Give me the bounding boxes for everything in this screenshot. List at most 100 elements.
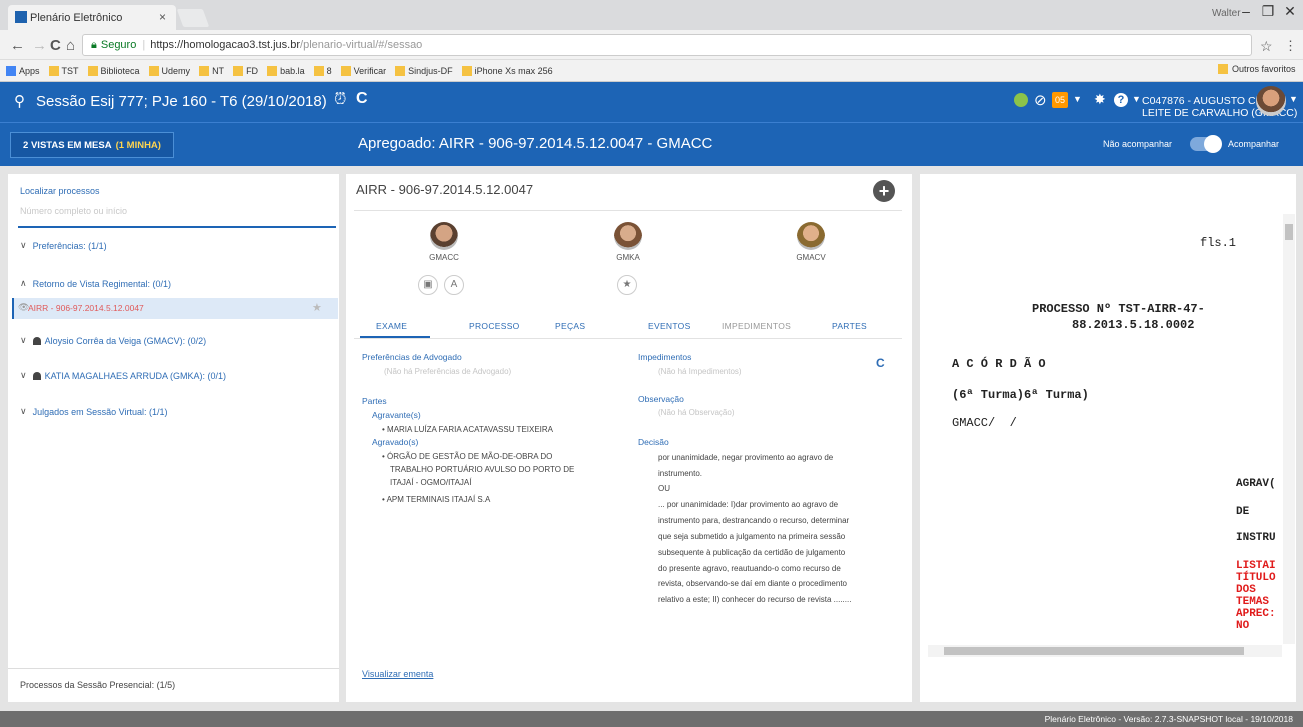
acompanhar-toggle[interactable] [1190,135,1222,153]
document-icon[interactable]: ▣ [418,275,438,295]
help-icon[interactable]: ? [1114,93,1128,107]
process-search-input[interactable]: Número completo ou início [20,206,127,216]
search-icon[interactable]: ⚲ [14,92,25,110]
bookmark-item[interactable]: TST [48,65,79,76]
session-title[interactable]: Sessão Esij 777; PJe 160 - T6 (29/10/201… [36,93,327,110]
tab-pecas[interactable]: PEÇAS [555,321,585,331]
doc-red-line: NO [1236,620,1250,632]
agravante-title: Agravante(s) [372,410,421,420]
other-bookmarks[interactable]: Outros favoritos [1218,64,1296,74]
browser-tab[interactable]: Plenário Eletrônico × [8,5,176,30]
member-photo-gmka[interactable] [614,222,642,250]
refresh-icon[interactable]: C [356,90,368,108]
doc-processo-line1: PROCESSO Nº TST-AIRR-47- [1032,302,1205,316]
bookmark-icon [6,65,16,76]
doc-gmacc: GMACC/ / [952,416,1017,430]
agravado-item-2: • APM TERMINAIS ITAJAÍ S.A [382,495,491,504]
bookmark-item[interactable]: iPhone Xs max 256 [461,65,553,76]
visualizar-ementa-link[interactable]: Visualizar ementa [362,669,433,679]
add-icon[interactable]: + [873,180,895,202]
vistas-em-mesa-button[interactable]: 2 VISTAS EM MESA (1 MINHA) [10,132,174,158]
group-retorno-vista[interactable]: ∧ Retorno de Vista Regimental: (0/1) [20,278,171,289]
bookmark-item[interactable]: FD [233,65,258,76]
agravado-title: Agravado(s) [372,437,419,447]
tab-exame[interactable]: EXAME [376,321,407,331]
group-preferencias[interactable]: ∨ Preferências: (1/1) [20,240,107,251]
bookmark-item[interactable]: Udemy [148,65,190,76]
app-header: ⚲ Sessão Esij 777; PJe 160 - T6 (29/10/2… [0,82,1303,122]
person-icon [32,371,41,380]
bookmark-star-icon[interactable]: ☆ [1260,38,1273,55]
bookmark-item[interactable]: Apps [6,65,40,76]
tab-eventos[interactable]: EVENTOS [648,321,691,331]
chevron-down-icon: ∨ [20,406,27,416]
member-photo-gmacc[interactable] [430,222,458,250]
chevron-down-icon[interactable]: ▼ [1132,94,1141,104]
doc-fls: fls.1 [1200,236,1237,250]
version-label: Plenário Eletrônico - Versão: 2.7.3-SNAP… [1044,714,1293,724]
bookmark-item[interactable]: bab.la [267,65,305,76]
browser-menu-icon[interactable]: ⋮ [1284,38,1297,54]
selected-process-item[interactable]: 👁︎ AIRR - 906-97.2014.5.12.0047 ★ [12,298,338,319]
home-icon[interactable]: ⌂ [66,37,75,54]
decisao-line: que seja submetido a julgamento na prime… [658,532,846,541]
back-icon[interactable]: ← [10,37,25,54]
alert-bell-icon[interactable]: ✸ [1094,91,1106,108]
bookmark-item[interactable]: Sindjus-DF [395,65,453,76]
folder-icon [1218,64,1228,74]
user-menu-chevron-icon[interactable]: ▼ [1289,94,1298,104]
block-icon[interactable]: ⊘ [1034,91,1047,109]
tab-favicon-icon [15,11,27,23]
vertical-scrollbar[interactable] [1283,214,1295,644]
signature-icon[interactable]: A [444,275,464,295]
alarm-clock-icon[interactable]: ⏰︎ [334,91,346,109]
tab-close-icon[interactable]: × [159,10,166,24]
bookmark-item[interactable]: Verificar [340,65,386,76]
tab-partes[interactable]: PARTES [832,321,867,331]
minimize-button[interactable]: – [1234,3,1258,19]
tab-impedimentos[interactable]: IMPEDIMENTOS [722,321,791,331]
bookmark-icon [313,65,324,76]
group-gmacv[interactable]: ∨ Aloysio Corrêa da Veiga (GMACV): (0/2) [20,335,206,346]
bookmark-item[interactable]: 8 [313,65,332,76]
bookmark-icon [233,65,244,76]
forward-icon[interactable]: → [32,37,47,54]
divider [354,338,902,339]
group-julgados[interactable]: ∨ Julgados em Sessão Virtual: (1/1) [20,406,168,417]
acompanhar-label[interactable]: Acompanhar [1228,139,1279,149]
bookmark-item[interactable]: Biblioteca [87,65,140,76]
left-panel [8,174,339,702]
refresh-icon[interactable]: C [876,356,885,370]
bookmark-icon [48,65,59,76]
tab-title: Plenário Eletrônico [30,11,123,24]
bookmarks-bar: Apps TST Biblioteca Udemy NT FD bab.la 8 Verific… [0,60,1303,82]
chevron-down-icon[interactable]: ▼ [1073,94,1082,104]
maximize-button[interactable]: ❐ [1256,3,1280,20]
doc-processo-line2: 88.2013.5.18.0002 [1072,318,1195,332]
url-input[interactable]: 🔒︎ Seguro | https://homologacao3.tst.jus.… [82,34,1252,56]
doc-red-line: LISTAI [1236,560,1276,572]
doc-instrumento: INSTRU [1236,532,1276,544]
doc-agravo: AGRAV( [1236,478,1276,490]
decisao-line: relativo a este; II) conhecer do recurso… [658,595,852,604]
close-window-button[interactable]: ✕ [1278,3,1302,20]
vertical-scroll-thumb[interactable] [1285,224,1293,240]
star-icon[interactable]: ★ [312,301,322,314]
horizontal-scroll-thumb[interactable] [944,647,1244,655]
chevron-down-icon: ∨ [20,240,27,250]
member-photo-gmacv[interactable] [797,222,825,250]
agravante-item: • MARIA LUÍZA FARIA ACATAVASSU TEIXEIRA [382,425,554,434]
notification-badge[interactable]: 05 [1052,92,1068,108]
status-green-icon[interactable] [1014,93,1028,107]
tab-processo[interactable]: PROCESSO [469,321,520,331]
url-text: | https://homologacao3.tst.jus.br/plenari… [142,39,423,51]
member-label-gmacv: GMACV [796,253,826,262]
reload-icon[interactable]: C [50,37,61,54]
group-gmka[interactable]: ∨ KATIA MAGALHAES ARRUDA (GMKA): (0/1) [20,370,226,381]
nao-acompanhar-label[interactable]: Não acompanhar [1103,139,1172,149]
user-avatar[interactable] [1256,86,1286,116]
bookmark-item[interactable]: NT [199,65,224,76]
presencial-link[interactable]: Processos da Sessão Presencial: (1/5) [20,680,175,690]
decisao-line: ... por unanimidade: I)dar provimento ao… [658,500,839,509]
star-icon[interactable]: ★ [617,275,637,295]
